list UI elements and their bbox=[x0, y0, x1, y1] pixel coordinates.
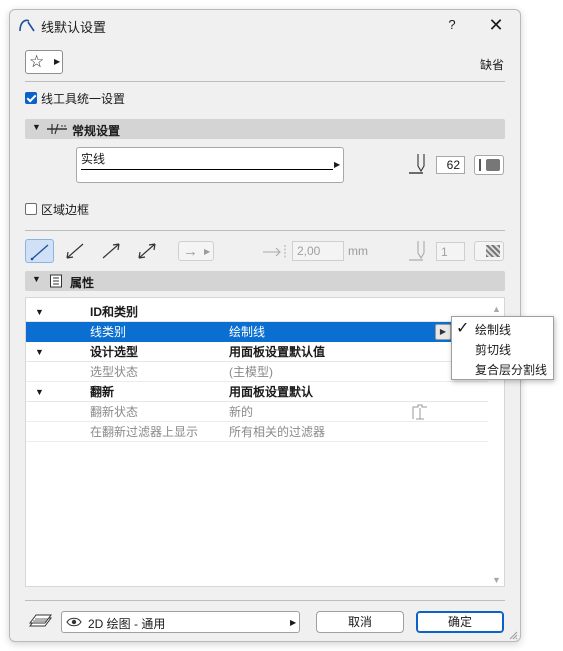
property-name: 在翻新过滤器上显示 bbox=[90, 425, 199, 439]
chevron-right-icon: ▶ bbox=[334, 160, 341, 169]
property-group-id-category[interactable]: ▼ ID和类别 bbox=[26, 302, 488, 322]
arrow-size-icon bbox=[263, 245, 286, 259]
default-label: 缺省 bbox=[480, 58, 505, 72]
property-row-line-category[interactable]: 线类别 绘制线 ▶ bbox=[26, 322, 488, 342]
scroll-down-icon[interactable]: ▼ bbox=[492, 575, 501, 585]
region-border-label: 区域边框 bbox=[41, 203, 90, 217]
unify-line-tools-label: 线工具统一设置 bbox=[41, 92, 126, 106]
popup-option[interactable]: 剪切线 bbox=[452, 338, 553, 358]
line-category-popup: ✓ 绘制线 剪切线 复合层分割线 bbox=[451, 316, 554, 380]
help-button[interactable]: ? bbox=[440, 15, 464, 35]
expand-triangle-icon: ▼ bbox=[32, 274, 41, 284]
renovation-icon bbox=[412, 404, 427, 420]
arrow-size-unit: mm bbox=[348, 244, 368, 258]
line-settings-icon bbox=[47, 123, 67, 135]
line-tool-icon bbox=[19, 19, 35, 32]
property-value: 绘制线 bbox=[229, 325, 266, 339]
arrow-end-button[interactable] bbox=[97, 239, 126, 263]
scroll-up-icon[interactable]: ▲ bbox=[492, 304, 501, 314]
cancel-button[interactable]: 取消 bbox=[316, 611, 404, 633]
arrow-both-button[interactable] bbox=[133, 239, 162, 263]
expand-triangle-icon: ▼ bbox=[32, 122, 41, 132]
arrow-type-label: → bbox=[183, 243, 198, 260]
close-button[interactable]: ✕ bbox=[484, 14, 508, 36]
group-value: 用面板设置默认值 bbox=[229, 345, 326, 359]
properties-icon bbox=[50, 274, 62, 288]
collapse-triangle-icon: ▼ bbox=[35, 387, 44, 397]
arrow-pen-icon bbox=[409, 241, 425, 261]
favorites-button[interactable]: ☆ ▶ bbox=[25, 50, 63, 74]
checkmark-icon: ✓ bbox=[456, 320, 470, 337]
eye-icon bbox=[66, 617, 82, 627]
ok-button[interactable]: 确定 bbox=[416, 611, 504, 633]
property-name: 翻新状态 bbox=[90, 405, 139, 419]
chevron-right-icon[interactable]: ▶ bbox=[435, 324, 451, 340]
property-row-renovation-status[interactable]: 翻新状态 新的 bbox=[26, 402, 488, 422]
pen-number-field[interactable]: 62 bbox=[436, 156, 465, 174]
star-icon: ☆ bbox=[29, 52, 45, 71]
arrow-size-field: 2,00 bbox=[292, 241, 344, 261]
property-name: 线类别 bbox=[90, 325, 127, 339]
property-value: (主模型) bbox=[229, 365, 273, 379]
unify-line-tools-checkbox[interactable] bbox=[25, 92, 37, 104]
group-name: ID和类别 bbox=[90, 305, 139, 319]
collapse-triangle-icon: ▼ bbox=[35, 307, 44, 317]
resize-grip-icon[interactable] bbox=[508, 630, 518, 640]
chevron-right-icon: ▶ bbox=[204, 247, 211, 256]
line-type-name: 实线 bbox=[81, 152, 106, 166]
group-name: 翻新 bbox=[90, 385, 115, 399]
property-value: 所有相关的过滤器 bbox=[229, 425, 326, 439]
property-row-renovation-filter[interactable]: 在翻新过滤器上显示 所有相关的过滤器 bbox=[26, 422, 488, 442]
arrow-pen-swatch bbox=[474, 241, 504, 261]
divider bbox=[25, 81, 505, 82]
line-default-settings-dialog: 线默认设置 ? ✕ ☆ ▶ 缺省 线工具统一设置 ▼ 常规设置 实线 ▶ 62 … bbox=[9, 9, 554, 642]
pen-color-swatch[interactable] bbox=[474, 155, 504, 175]
property-group-design-option[interactable]: ▼ 设计选型 用面板设置默认值 bbox=[26, 342, 488, 362]
arrow-end-icon bbox=[102, 243, 120, 259]
collapse-triangle-icon: ▼ bbox=[35, 347, 44, 357]
property-value: 新的 bbox=[229, 405, 254, 419]
chevron-right-icon: ▶ bbox=[290, 618, 297, 627]
properties-panel: ▼ ID和类别 线类别 绘制线 ▶ ▼ 设计选型 用面板设置默认值 选型状态 (… bbox=[25, 297, 505, 587]
line-type-picker[interactable]: 实线 ▶ bbox=[76, 147, 344, 183]
group-value: 用面板设置默认 bbox=[229, 385, 314, 399]
arrow-start-button[interactable] bbox=[61, 239, 90, 263]
pen-icon bbox=[409, 154, 425, 174]
layer-combo[interactable]: 2D 绘图 - 通用 ▶ bbox=[61, 611, 300, 633]
arrow-both-icon bbox=[138, 243, 156, 259]
divider bbox=[25, 600, 505, 601]
layer-combo-value: 2D 绘图 - 通用 bbox=[88, 617, 166, 631]
line-no-arrow-button[interactable] bbox=[25, 239, 54, 263]
arrow-start-icon bbox=[66, 243, 84, 259]
layers-icon bbox=[29, 614, 52, 627]
properties-header[interactable]: ▼ 属性 bbox=[25, 271, 505, 291]
property-group-renovation[interactable]: ▼ 翻新 用面板设置默认 bbox=[26, 382, 488, 402]
popup-option[interactable]: ✓ 绘制线 bbox=[452, 318, 553, 338]
general-settings-header[interactable]: ▼ 常规设置 bbox=[25, 119, 505, 139]
property-name: 选型状态 bbox=[90, 365, 139, 379]
properties-title: 属性 bbox=[70, 276, 95, 290]
title-bar: 线默认设置 ? ✕ bbox=[10, 10, 520, 40]
property-row-option-status[interactable]: 选型状态 (主模型) bbox=[26, 362, 488, 382]
divider bbox=[25, 230, 505, 231]
popup-option[interactable]: 复合层分割线 bbox=[452, 358, 553, 378]
arrow-pen-field: 1 bbox=[436, 242, 465, 261]
general-settings-title: 常规设置 bbox=[72, 124, 121, 138]
arrow-type-picker: → ▶ bbox=[178, 241, 214, 261]
dialog-title: 线默认设置 bbox=[41, 20, 107, 35]
line-type-preview bbox=[81, 169, 333, 170]
diagonal-line-icon bbox=[30, 244, 49, 261]
chevron-right-icon: ▶ bbox=[54, 57, 61, 66]
group-name: 设计选型 bbox=[90, 345, 139, 359]
region-border-checkbox[interactable] bbox=[25, 203, 37, 215]
